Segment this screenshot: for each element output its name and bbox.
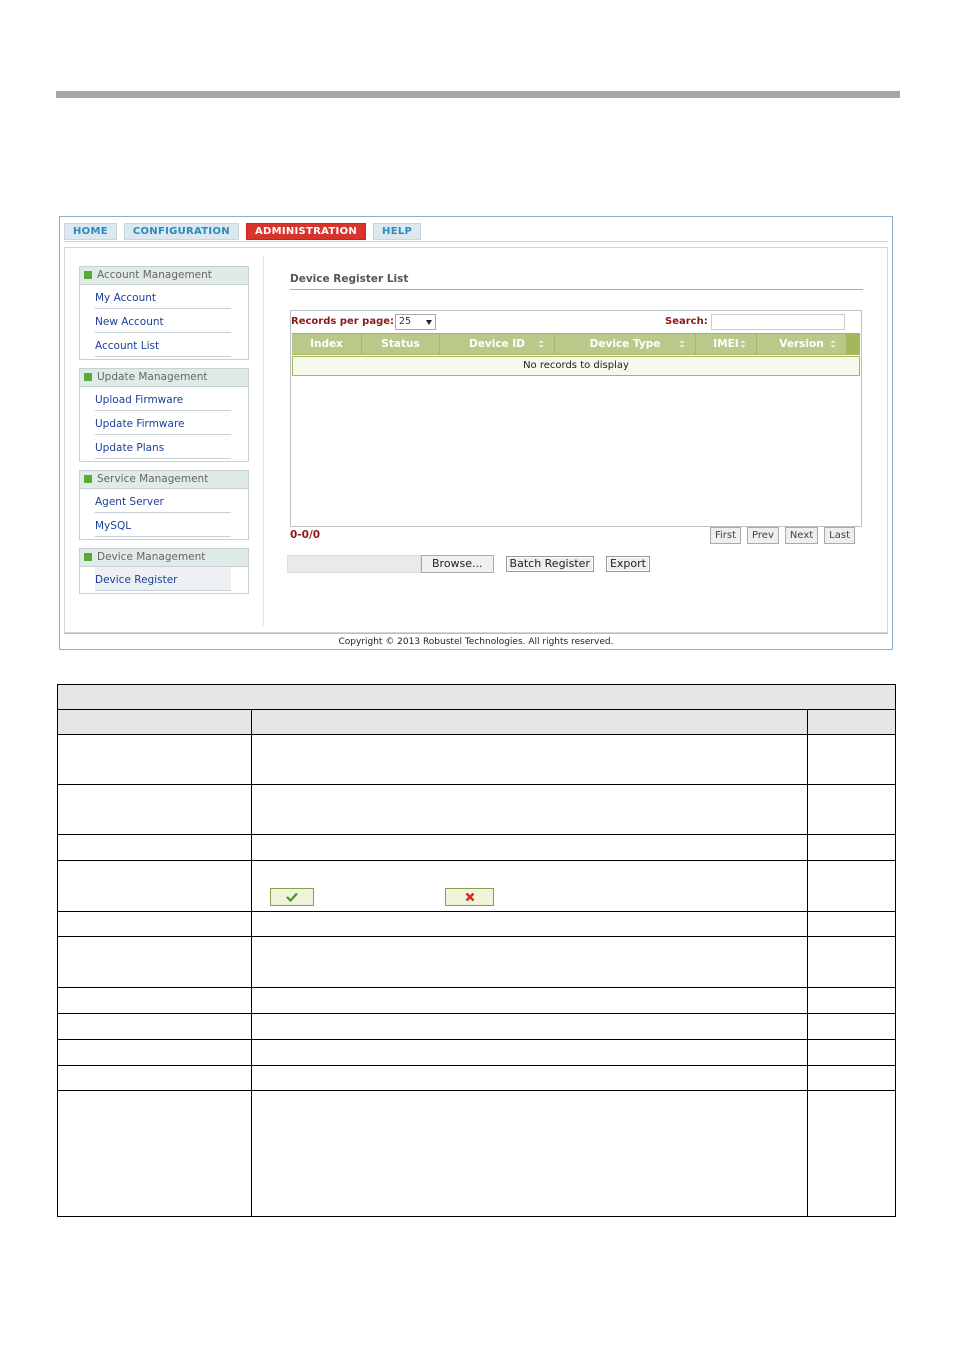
sidebar-item-my-account[interactable]: My Account (95, 285, 231, 309)
column-device-id[interactable]: Device ID (440, 334, 554, 354)
expand-icon[interactable] (84, 271, 92, 279)
records-per-page-label: Records per page: (291, 316, 395, 327)
expand-icon[interactable] (84, 475, 92, 483)
copyright: Copyright © 2013 Robustel Technologies. … (338, 637, 614, 647)
upload-row: Browse... Batch Register Export (287, 555, 650, 573)
column-index[interactable]: Index (292, 334, 361, 354)
table-row (57, 1065, 896, 1091)
footer-rule (64, 633, 888, 634)
expand-icon[interactable] (84, 553, 92, 561)
checkmark-icon (286, 892, 298, 902)
sort-icon (830, 340, 840, 348)
group-title: Service Management (97, 473, 209, 485)
last-page-button[interactable]: Last (824, 527, 856, 544)
table-header: Index Status Device ID Device Type IMEI … (292, 333, 860, 355)
main-area: Device Register List Records per page: 2… (287, 273, 863, 573)
group-title: Account Management (97, 269, 212, 281)
browse-button[interactable]: Browse... (421, 555, 494, 573)
column-status[interactable]: Status (362, 334, 439, 354)
next-page-button[interactable]: Next (784, 527, 819, 544)
content-panel: Account Management My Account New Accoun… (64, 247, 888, 633)
parameter-table (57, 684, 896, 1217)
top-nav: HOME CONFIGURATION ADMINISTRATION HELP (64, 223, 422, 240)
sidebar: Account Management My Account New Accoun… (79, 266, 249, 602)
sidebar-item-mysql[interactable]: MySQL (95, 513, 231, 537)
sidebar-group-update: Update Management Upload Firmware Update… (79, 368, 249, 462)
sort-icon (740, 340, 750, 348)
sidebar-divider (263, 256, 264, 626)
sidebar-item-account-list[interactable]: Account List (95, 333, 231, 357)
cross-icon (465, 892, 474, 902)
export-button[interactable]: Export (605, 556, 650, 572)
batch-register-button[interactable]: Batch Register (505, 556, 594, 572)
sidebar-group-account: Account Management My Account New Accoun… (79, 266, 249, 360)
table-row (57, 834, 896, 861)
group-title: Device Management (97, 551, 206, 563)
enabled-status-icon (270, 888, 314, 906)
table-row (57, 1090, 896, 1217)
tab-help[interactable]: HELP (373, 223, 422, 240)
group-title: Update Management (97, 371, 208, 383)
table-row (57, 911, 896, 937)
sidebar-group-service: Service Management Agent Server MySQL (79, 470, 249, 540)
table-row (57, 734, 896, 785)
table-row (57, 936, 896, 988)
sidebar-item-new-account[interactable]: New Account (95, 309, 231, 333)
sidebar-item-update-plans[interactable]: Update Plans (95, 435, 231, 459)
sort-icon (538, 340, 548, 348)
device-grid: Records per page: 25 Search: Index Statu… (290, 310, 862, 527)
first-page-button[interactable]: First (710, 527, 742, 544)
table-row (57, 784, 896, 835)
column-imei[interactable]: IMEI (696, 334, 756, 354)
prev-page-button[interactable]: Prev (747, 527, 779, 544)
chevron-down-icon (426, 320, 432, 325)
tab-divider (64, 241, 888, 242)
expand-icon[interactable] (84, 373, 92, 381)
table-row (57, 1039, 896, 1066)
tab-administration[interactable]: ADMINISTRATION (245, 223, 367, 240)
empty-message: No records to display (292, 356, 860, 376)
column-device-type[interactable]: Device Type (555, 334, 695, 354)
sidebar-item-agent-server[interactable]: Agent Server (95, 489, 231, 513)
sidebar-item-upload-firmware[interactable]: Upload Firmware (95, 387, 231, 411)
sidebar-group-device: Device Management Device Register (79, 548, 249, 594)
table-row (57, 684, 896, 710)
column-version[interactable]: Version (757, 334, 846, 354)
pager-buttons: First Prev Next Last (710, 527, 856, 544)
page-header-rule (56, 91, 900, 98)
table-row (57, 987, 896, 1014)
sort-icon (679, 340, 689, 348)
tab-home[interactable]: HOME (64, 223, 117, 240)
records-per-page-select[interactable]: 25 (395, 314, 436, 330)
app-screenshot: HOME CONFIGURATION ADMINISTRATION HELP A… (59, 216, 893, 650)
file-path-field[interactable] (287, 555, 421, 573)
sidebar-item-update-firmware[interactable]: Update Firmware (95, 411, 231, 435)
page-title: Device Register List (290, 273, 863, 290)
table-row (57, 709, 896, 735)
tab-configuration[interactable]: CONFIGURATION (123, 223, 239, 240)
disabled-status-icon (445, 888, 494, 906)
pager-count: 0-0/0 (290, 529, 321, 541)
search-label: Search: (665, 316, 708, 327)
sidebar-item-device-register[interactable]: Device Register (95, 567, 231, 591)
search-input[interactable] (711, 314, 845, 330)
table-row (57, 1013, 896, 1040)
